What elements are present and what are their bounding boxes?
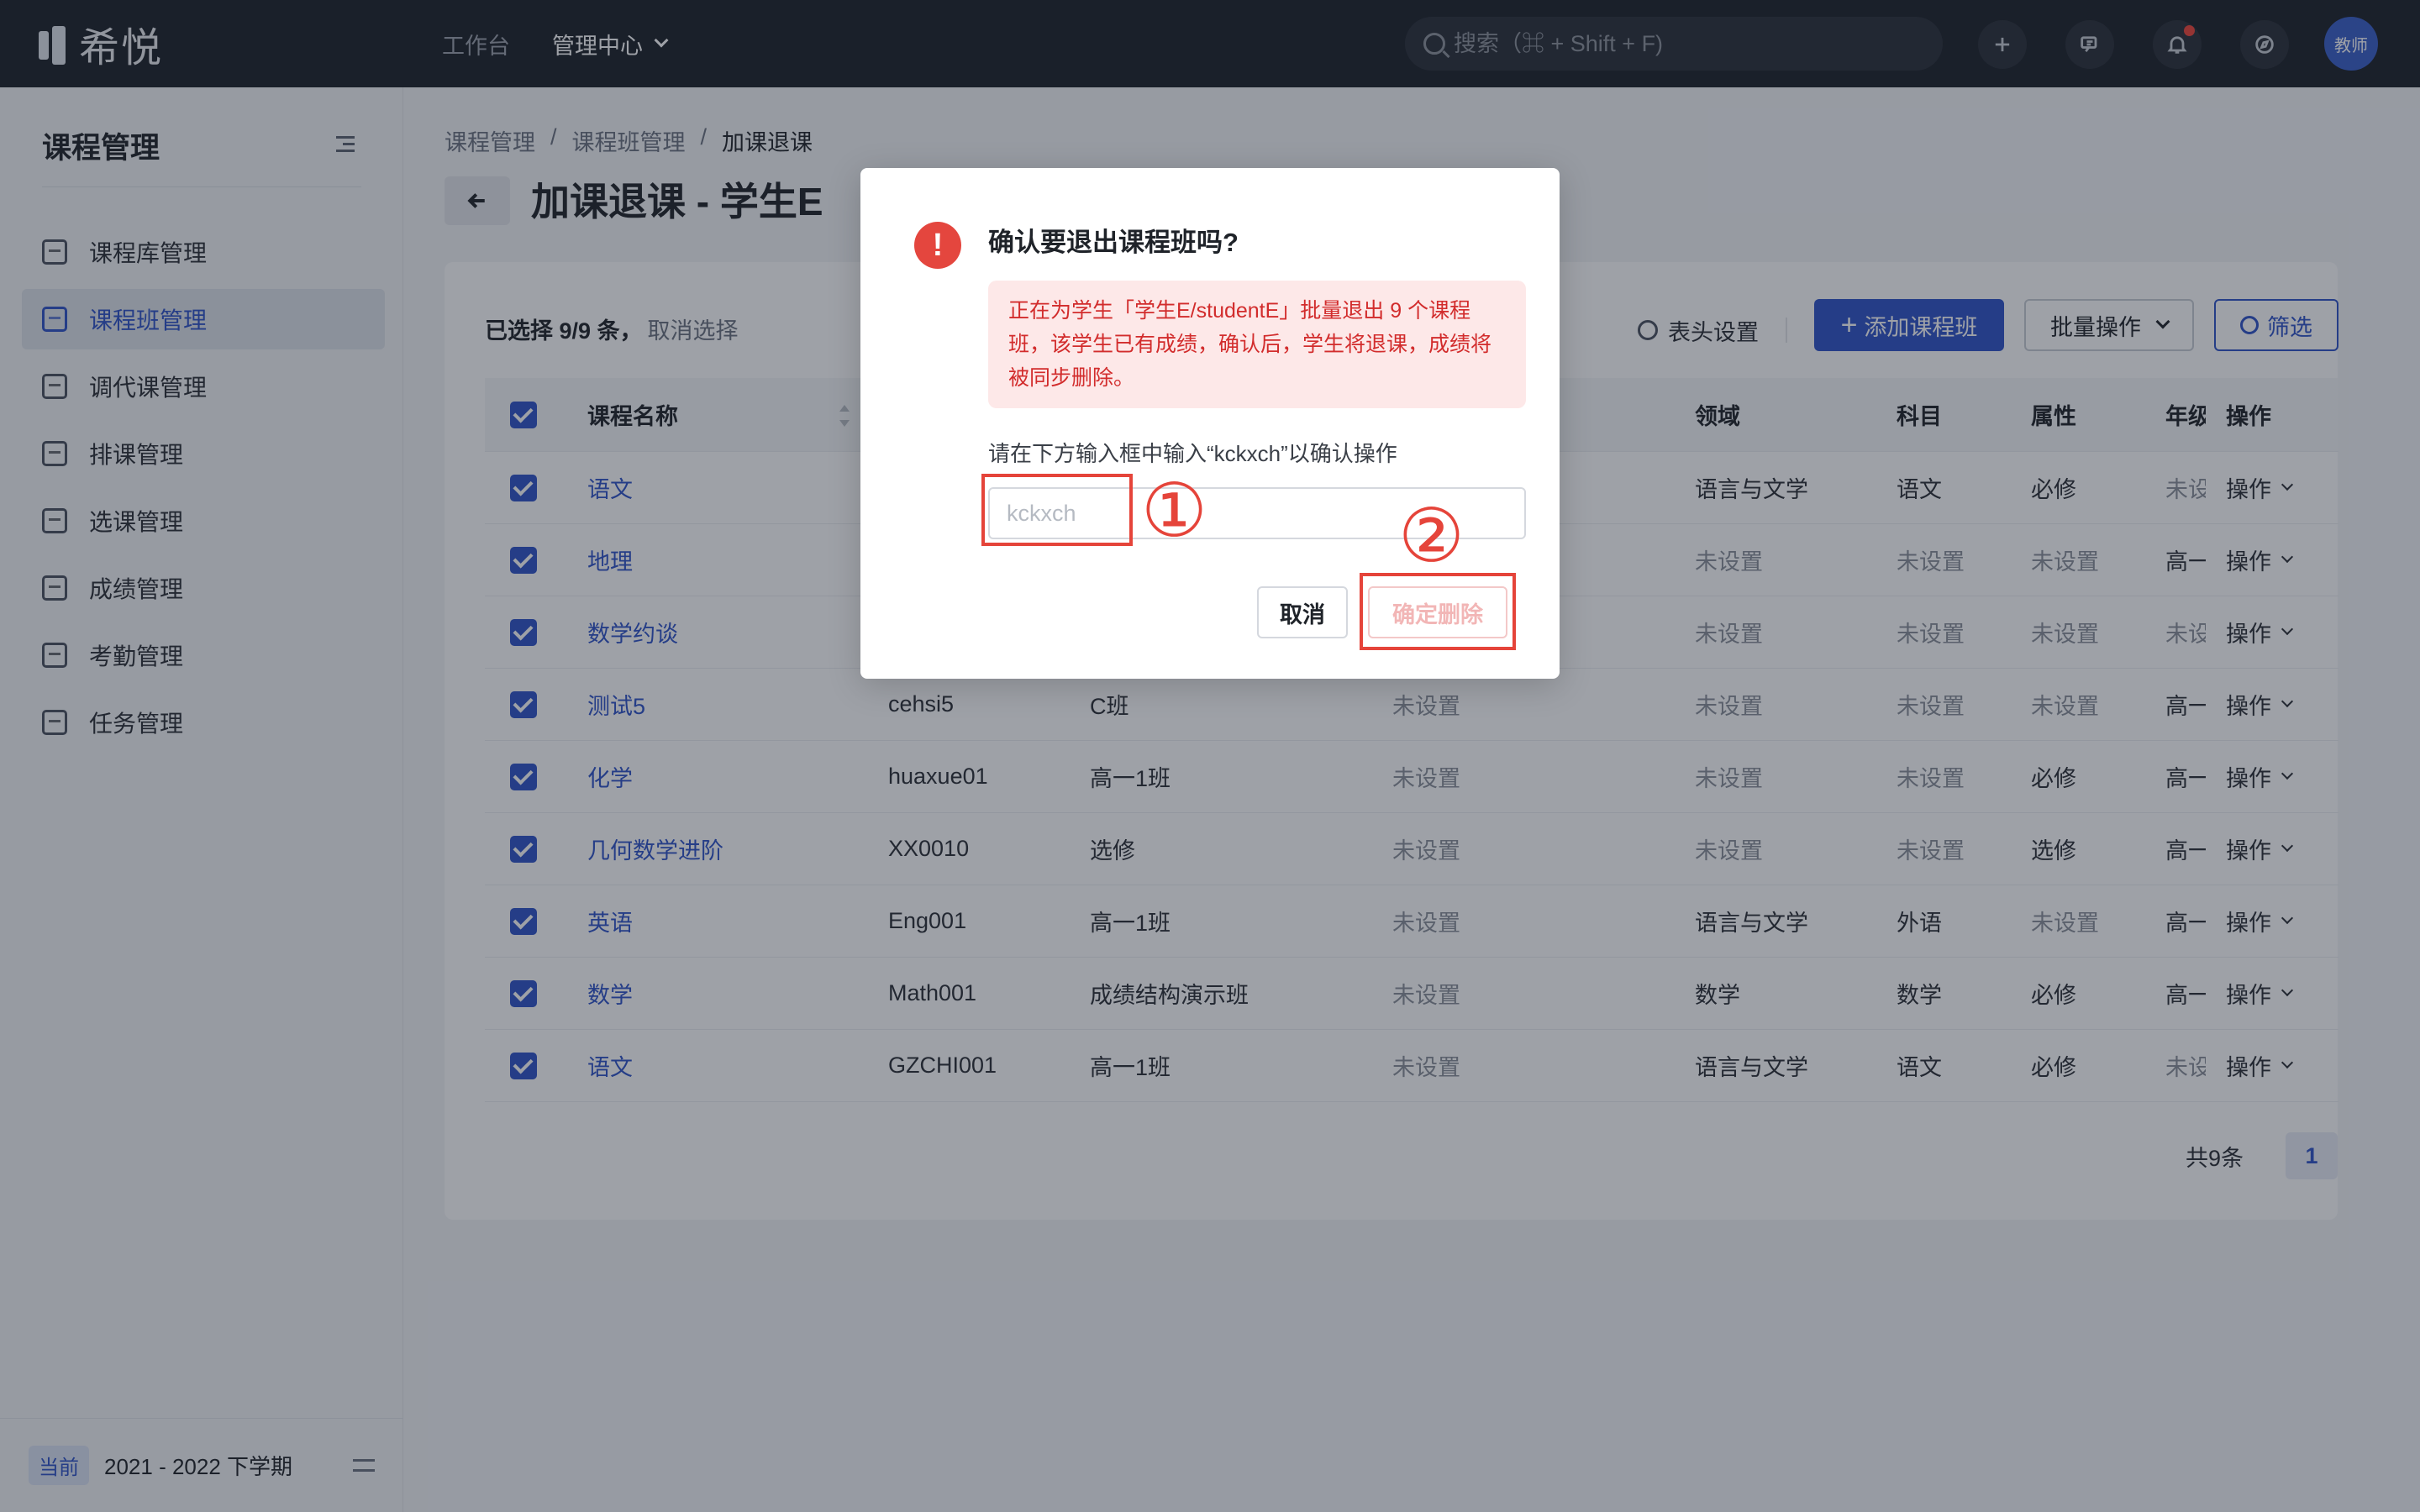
cancel-button[interactable]: 取消 <box>1257 586 1348 638</box>
annotation-box-2 <box>1360 573 1516 650</box>
dialog-alert: 正在为学生「学生E/studentE」批量退出 9 个课程班，该学生已有成绩，确… <box>988 281 1526 408</box>
annotation-box-1 <box>981 474 1133 546</box>
dialog-hint: 请在下方输入框中输入“kckxch”以确认操作 <box>988 441 1397 466</box>
annotation-number-2: ② <box>1398 492 1465 579</box>
dialog-title: 确认要退出课程班吗? <box>988 228 1239 257</box>
warning-icon: ! <box>914 222 961 269</box>
annotation-number-1: ① <box>1141 467 1207 554</box>
